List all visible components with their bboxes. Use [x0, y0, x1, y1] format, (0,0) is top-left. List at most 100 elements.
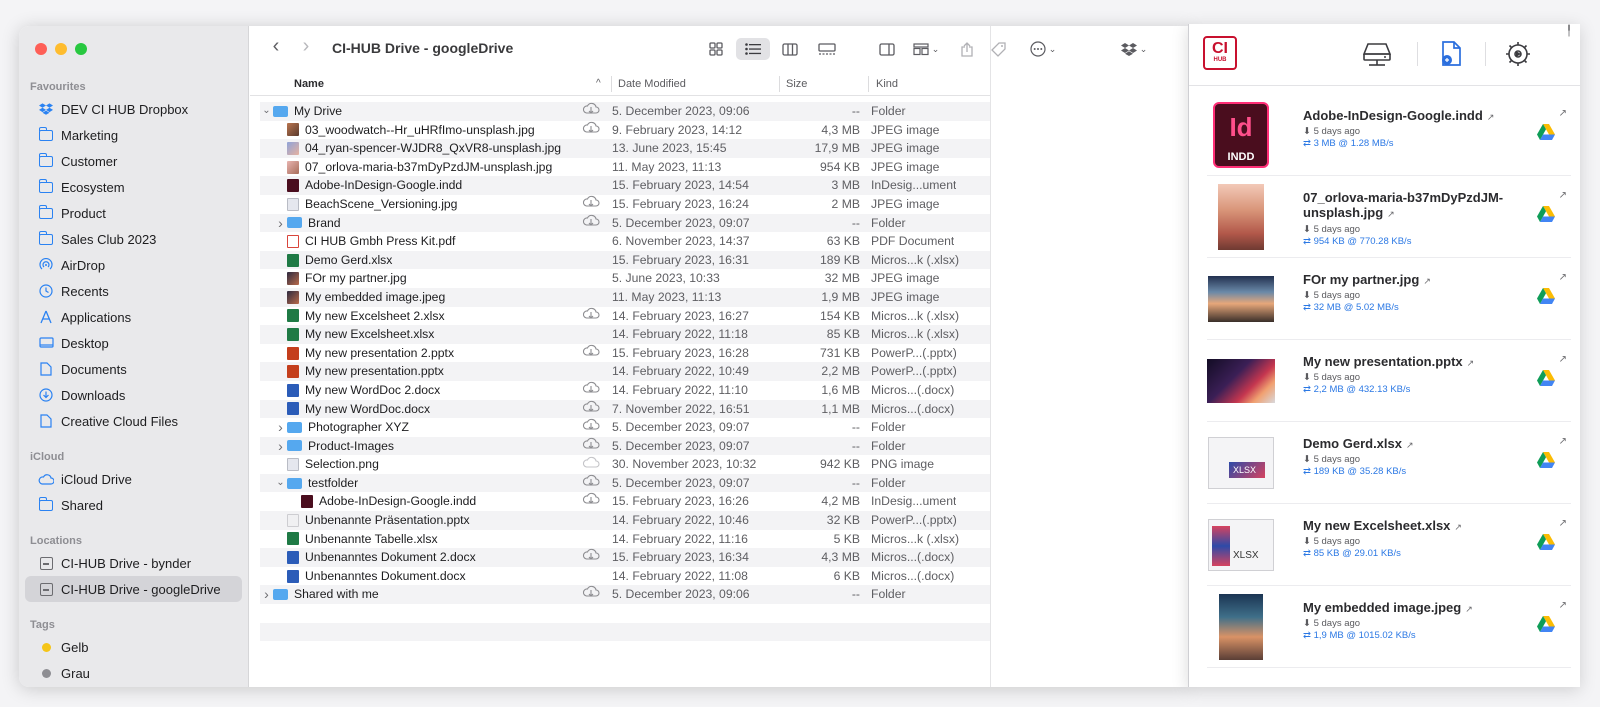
settings-gear-icon[interactable] — [1503, 39, 1533, 69]
cihub-transfer-item[interactable]: XLSX Demo Gerd.xlsx ↗ ⬇ 5 days ago ⇄ 189 KB … — [1207, 422, 1571, 504]
external-link-icon[interactable]: ↗ — [1559, 190, 1567, 201]
sidebar-item-sales-club-2023[interactable]: Sales Club 2023 — [25, 226, 242, 252]
table-row[interactable]: My new WordDoc.docx 7. November 2022, 16:… — [260, 399, 990, 419]
cloud-download-icon[interactable] — [582, 344, 600, 363]
sidebar-item-desktop[interactable]: Desktop — [25, 330, 242, 356]
sidebar-item-documents[interactable]: Documents — [25, 356, 242, 382]
table-row[interactable]: BeachScene_Versioning.jpg 15. February 20… — [260, 195, 990, 214]
drive-sync-icon[interactable] — [1362, 39, 1392, 69]
cloud-download-icon[interactable] — [582, 492, 600, 511]
sidebar-item-ci-hub-drive-googledrive[interactable]: CI-HUB Drive - googleDrive — [25, 576, 242, 602]
chevron-right-icon[interactable]: › — [260, 585, 273, 604]
sidebar-item-applications[interactable]: Applications — [25, 304, 242, 330]
zoom-button[interactable] — [75, 43, 87, 55]
cihub-transfer-item[interactable]: Id INDD Adobe-InDesign-Google.indd ↗ ⬇ 5 day… — [1207, 94, 1571, 176]
table-row[interactable]: My embedded image.jpeg 11. May 2023, 11:1… — [260, 287, 990, 307]
chevron-right-icon[interactable]: › — [274, 418, 287, 437]
table-row[interactable]: Demo Gerd.xlsx 15. February 2023, 16:31 18… — [260, 250, 990, 270]
cihub-file-name[interactable]: My new Excelsheet.xlsx ↗ — [1303, 518, 1513, 535]
table-row[interactable]: › Shared with me 5. December 2023, 09:06 --… — [260, 585, 990, 605]
sidebar-item-gelb[interactable]: Gelb — [25, 634, 242, 660]
file-thumbnail[interactable] — [1207, 266, 1275, 332]
open-link-icon[interactable]: ↗ — [1387, 209, 1395, 219]
close-button[interactable] — [35, 43, 47, 55]
cihub-file-name[interactable]: My new presentation.pptx ↗ — [1303, 354, 1513, 371]
chevron-right-icon[interactable]: › — [274, 437, 287, 456]
column-header-size[interactable]: Size — [786, 78, 807, 90]
open-link-icon[interactable]: ↗ — [1465, 604, 1473, 614]
cloud-download-icon[interactable] — [582, 548, 600, 567]
cloud-download-icon[interactable] — [582, 195, 600, 214]
file-thumbnail[interactable] — [1207, 184, 1275, 250]
table-row[interactable]: Unbenannte Tabelle.xlsx 14. February 2022… — [260, 530, 990, 549]
table-row[interactable]: Unbenannte Präsentation.pptx 14. February… — [260, 511, 990, 530]
table-row[interactable]: My new presentation 2.pptx 15. February 2… — [260, 344, 990, 363]
external-link-icon[interactable]: ↗ — [1559, 600, 1567, 611]
cloud-download-icon[interactable] — [582, 474, 600, 493]
sidebar-item-dev-ci-hub-dropbox[interactable]: DEV CI HUB Dropbox — [25, 96, 242, 122]
external-link-icon[interactable]: ↗ — [1559, 518, 1567, 529]
table-row[interactable]: › Photographer XYZ 5. December 2023, 09:07… — [260, 418, 990, 437]
file-thumbnail[interactable]: XLSX — [1207, 512, 1275, 578]
share-icon[interactable] — [956, 38, 978, 60]
table-row[interactable]: Unbenanntes Dokument.docx 14. February 20… — [260, 567, 990, 586]
cloud-download-icon[interactable] — [582, 381, 600, 400]
table-row[interactable]: 04_ryan-spencer-WJDR8_QxVR8-unsplash.jpg… — [260, 139, 990, 158]
open-link-icon[interactable]: ↗ — [1454, 522, 1462, 532]
table-row[interactable]: › Brand 5. December 2023, 09:07 -- Folder — [260, 213, 990, 233]
chevron-down-icon[interactable]: ⌄ — [260, 102, 273, 121]
table-row[interactable]: My new Excelsheet.xlsx 14. February 2022,… — [260, 325, 990, 344]
table-row[interactable]: 03_woodwatch--Hr_uHRfImo-unsplash.jpg 9. … — [260, 121, 990, 140]
dropbox-icon[interactable]: ⌄ — [1116, 38, 1152, 60]
preview-pane-icon[interactable] — [874, 38, 900, 60]
table-row[interactable]: FOr my partner.jpg 5. June 2023, 10:33 32 … — [260, 269, 990, 288]
cloud-icon[interactable] — [582, 455, 600, 474]
external-link-icon[interactable]: ↗ — [1559, 108, 1567, 119]
cihub-transfer-item[interactable]: My embedded image.jpeg ↗ ⬇ 5 days ago ⇄ 1,9… — [1207, 586, 1571, 668]
sort-ascending-icon[interactable]: ^ — [596, 78, 601, 89]
cloud-download-icon[interactable] — [582, 418, 600, 437]
icon-view-icon[interactable] — [702, 38, 730, 60]
cihub-file-name[interactable]: Demo Gerd.xlsx ↗ — [1303, 436, 1513, 453]
open-link-icon[interactable]: ↗ — [1406, 440, 1414, 450]
cloud-download-icon[interactable] — [582, 214, 600, 233]
table-row[interactable]: My new Excelsheet 2.xlsx 14. February 202… — [260, 307, 990, 326]
chevron-down-icon[interactable]: ⌄ — [274, 474, 287, 493]
group-by-icon[interactable]: ⌄ — [908, 38, 944, 60]
sidebar-item-icloud-drive[interactable]: iCloud Drive — [25, 466, 242, 492]
forward-button[interactable]: › — [294, 35, 318, 58]
sidebar-item-shared[interactable]: Shared — [25, 492, 242, 518]
table-row[interactable]: Adobe-InDesign-Google.indd 15. February 2… — [260, 492, 990, 511]
cihub-transfer-item[interactable]: XLSX My new Excelsheet.xlsx ↗ ⬇ 5 days ago ⇄… — [1207, 504, 1571, 586]
sidebar-item-creative-cloud-files[interactable]: Creative Cloud Files — [25, 408, 242, 434]
external-link-icon[interactable]: ↗ — [1559, 436, 1567, 447]
cihub-file-name[interactable]: Adobe-InDesign-Google.indd ↗ — [1303, 108, 1513, 125]
table-row[interactable]: 07_orlova-maria-b37mDyPzdJM-unsplash.jpg… — [260, 158, 990, 177]
cloud-download-icon[interactable] — [582, 307, 600, 326]
sidebar-item-ci-hub-drive-bynder[interactable]: CI-HUB Drive - bynder — [25, 550, 242, 576]
external-link-icon[interactable]: ↗ — [1559, 272, 1567, 283]
column-header-name[interactable]: Name — [294, 78, 324, 90]
cihub-transfer-item[interactable]: My new presentation.pptx ↗ ⬇ 5 days ago ⇄ 2… — [1207, 340, 1571, 422]
table-row[interactable]: › Product-Images 5. December 2023, 09:07 --… — [260, 436, 990, 456]
column-view-icon[interactable] — [776, 38, 804, 60]
open-link-icon[interactable]: ↗ — [1467, 358, 1475, 368]
table-row[interactable]: Unbenanntes Dokument 2.docx 15. February … — [260, 548, 990, 567]
cloud-download-icon[interactable] — [582, 121, 600, 140]
cihub-file-name[interactable]: FOr my partner.jpg ↗ — [1303, 272, 1513, 289]
more-actions-icon[interactable]: ⌄ — [1024, 38, 1062, 60]
cihub-file-name[interactable]: My embedded image.jpeg ↗ — [1303, 600, 1513, 617]
pin-icon[interactable]: ╿ — [1566, 26, 1572, 37]
file-thumbnail[interactable] — [1207, 348, 1275, 414]
column-header-date[interactable]: Date Modified — [618, 78, 686, 90]
table-row[interactable]: My new WordDoc 2.docx 14. February 2022, … — [260, 381, 990, 400]
table-row[interactable]: My new presentation.pptx 14. February 202… — [260, 362, 990, 381]
table-row[interactable]: CI HUB Gmbh Press Kit.pdf 6. November 202… — [260, 232, 990, 251]
cloud-download-icon[interactable] — [582, 437, 600, 456]
list-view-icon[interactable] — [736, 38, 770, 60]
minimize-button[interactable] — [55, 43, 67, 55]
file-thumbnail[interactable] — [1207, 594, 1275, 660]
open-link-icon[interactable]: ↗ — [1423, 276, 1431, 286]
sidebar-item-downloads[interactable]: Downloads — [25, 382, 242, 408]
file-thumbnail[interactable]: XLSX — [1207, 430, 1275, 496]
